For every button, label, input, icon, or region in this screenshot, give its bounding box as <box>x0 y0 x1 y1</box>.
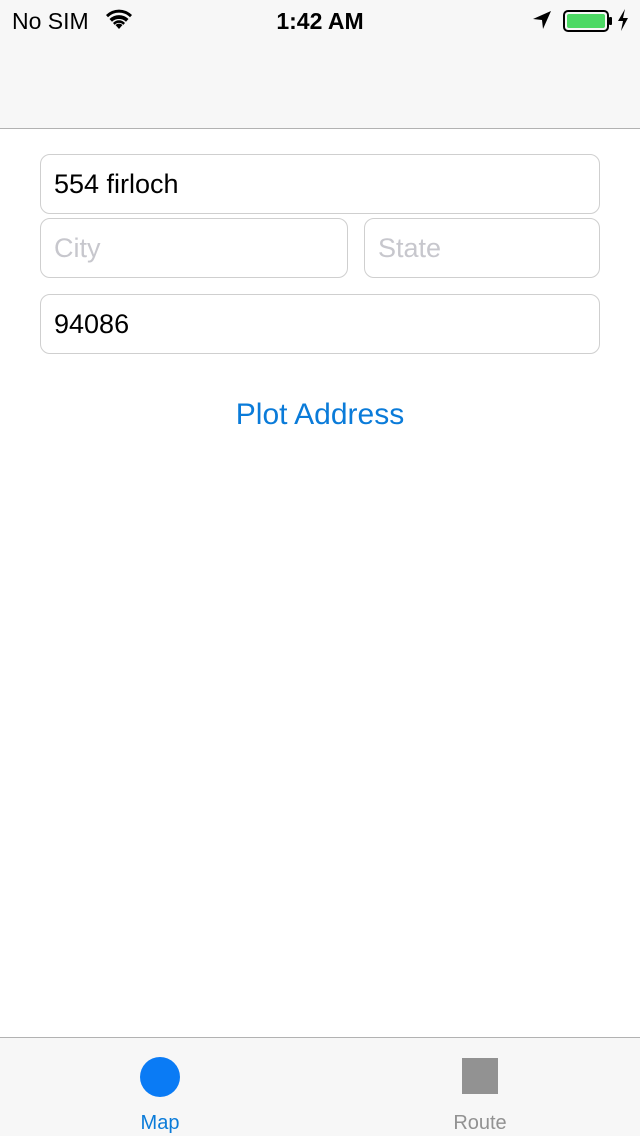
zip-code-input[interactable] <box>40 294 600 354</box>
location-arrow-icon <box>533 11 551 29</box>
tab-map[interactable]: Map <box>0 1038 320 1137</box>
tab-bar: Map Route <box>0 1037 640 1136</box>
city-input[interactable] <box>40 218 348 278</box>
battery-icon <box>563 10 612 32</box>
plot-address-button[interactable]: Plot Address <box>0 392 640 438</box>
charging-bolt-icon <box>618 9 628 31</box>
state-input[interactable] <box>364 218 600 278</box>
tab-route[interactable]: Route <box>320 1038 640 1137</box>
circle-icon <box>140 1057 180 1097</box>
tab-label-map: Map <box>140 1112 180 1134</box>
status-bar: No SIM 1:42 AM <box>0 0 640 40</box>
navigation-bar: No SIM 1:42 AM <box>0 0 640 129</box>
street-address-input[interactable] <box>40 154 600 214</box>
tab-label-route: Route <box>453 1112 507 1134</box>
square-icon <box>462 1058 498 1094</box>
